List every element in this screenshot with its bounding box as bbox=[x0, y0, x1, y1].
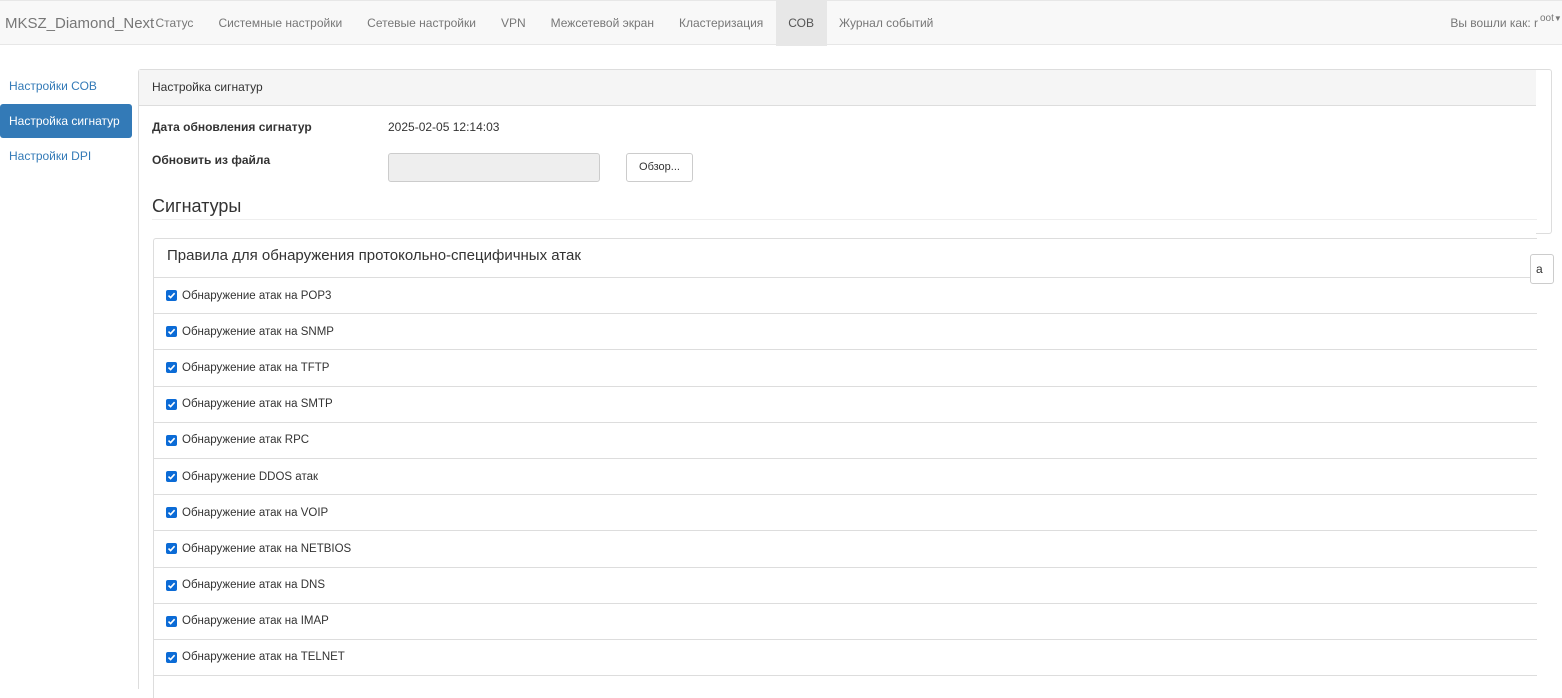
nav-item-network-settings[interactable]: Сетевые настройки bbox=[355, 1, 489, 46]
rule-label: Обнаружение атак на TELNET bbox=[182, 651, 345, 664]
update-date-label: Дата обновления сигнатур bbox=[152, 120, 312, 134]
checkbox-checked-icon[interactable] bbox=[166, 362, 177, 374]
nav-item-ids[interactable]: СОВ bbox=[775, 1, 827, 46]
sidebar-item-dpi-settings[interactable]: Настройки DPI bbox=[0, 139, 132, 173]
rule-row[interactable]: Обнаружение атак на SNMP bbox=[154, 314, 1537, 351]
nav-item-status[interactable]: Статус bbox=[143, 1, 206, 46]
checkbox-checked-icon[interactable] bbox=[166, 543, 177, 555]
background-panel-edge bbox=[1536, 69, 1552, 234]
rule-label: Обнаружение атак на SNMP bbox=[182, 325, 334, 338]
update-date-value: 2025-02-05 12:14:03 bbox=[388, 120, 500, 134]
protocol-rules-group: Правила для обнаружения протокольно-спец… bbox=[153, 238, 1537, 698]
rule-row[interactable]: Обнаружение атак на NETBIOS bbox=[154, 531, 1537, 568]
sidebar-item-ids-settings[interactable]: Настройки СОВ bbox=[0, 69, 132, 103]
checkbox-checked-icon[interactable] bbox=[166, 507, 177, 519]
nav-item-firewall[interactable]: Межсетевой экран bbox=[538, 1, 666, 46]
checkbox-checked-icon[interactable] bbox=[166, 615, 177, 627]
rule-row[interactable]: Обнаружение DDOS атак bbox=[154, 459, 1537, 496]
rule-label: Обнаружение атак на IMAP bbox=[182, 615, 329, 628]
rule-label: Обнаружение атак на SMTP bbox=[182, 398, 333, 411]
checkbox-checked-icon[interactable] bbox=[166, 651, 177, 663]
rule-row[interactable]: Обнаружение атак на DNS bbox=[154, 568, 1537, 604]
nav-item-vpn[interactable]: VPN bbox=[488, 1, 538, 46]
rule-label: Обнаружение атак на NETBIOS bbox=[182, 542, 352, 555]
rule-row[interactable]: Обнаружение атак RPC bbox=[154, 423, 1537, 459]
rule-row[interactable]: Обнаружение атак на TFTP bbox=[154, 350, 1537, 387]
file-path-input[interactable] bbox=[388, 153, 600, 182]
sidebar: Настройки СОВ Настройка сигнатур Настрой… bbox=[0, 69, 132, 174]
nav-item-event-log[interactable]: Журнал событий bbox=[827, 1, 946, 46]
rule-label: Обнаружение атак RPC bbox=[182, 434, 310, 447]
rule-row[interactable]: Обнаружение атак на VOIP bbox=[154, 495, 1537, 532]
rule-label: Обнаружение атак на DNS bbox=[182, 579, 326, 592]
section-divider bbox=[152, 219, 1537, 220]
nav-item-clustering[interactable]: Кластеризация bbox=[666, 1, 775, 46]
nav-item-system-settings[interactable]: Системные настройки bbox=[206, 1, 355, 46]
rules-group-heading: Правила для обнаружения протокольно-спец… bbox=[154, 239, 1537, 278]
checkbox-checked-icon[interactable] bbox=[166, 579, 177, 591]
rule-row[interactable]: Обнаружение атак на TELNET bbox=[154, 640, 1537, 677]
browse-button[interactable]: Обзор... bbox=[626, 153, 693, 182]
rule-row[interactable]: Обнаружение атак на POP3 bbox=[154, 278, 1537, 315]
caret-down-icon: ▼ bbox=[1553, 14, 1562, 23]
rule-label: Обнаружение атак на TFTP bbox=[182, 361, 330, 374]
logged-in-as-label: Вы вошли как: r bbox=[1450, 16, 1538, 30]
signatures-title: Сигнатуры bbox=[152, 196, 242, 216]
rule-row[interactable]: Обнаружение атак на IMAP bbox=[154, 604, 1537, 640]
sidebar-item-signature-settings[interactable]: Настройка сигнатур bbox=[0, 104, 132, 138]
checkbox-checked-icon[interactable] bbox=[166, 434, 177, 446]
top-navbar: MKSZ_Diamond_Next Статус Системные настр… bbox=[0, 0, 1562, 46]
rule-label: Обнаружение DDOS атак bbox=[182, 470, 319, 483]
checkbox-checked-icon[interactable] bbox=[166, 398, 177, 410]
brand-link[interactable]: MKSZ_Diamond_Next bbox=[5, 1, 154, 46]
signature-settings-panel: Настройка сигнатур Дата обновления сигна… bbox=[138, 69, 1537, 698]
panel-heading: Настройка сигнатур bbox=[139, 70, 1536, 106]
rule-row[interactable]: Обнаружение атак на SMTP bbox=[154, 387, 1537, 423]
user-menu-toggle[interactable]: oot▼ bbox=[1540, 13, 1562, 24]
checkbox-checked-icon[interactable] bbox=[166, 471, 177, 483]
background-button[interactable]: а bbox=[1530, 254, 1554, 284]
checkbox-checked-icon[interactable] bbox=[166, 326, 177, 338]
user-name: oot bbox=[1540, 13, 1554, 24]
update-file-label: Обновить из файла bbox=[152, 153, 271, 167]
checkbox-checked-icon[interactable] bbox=[166, 290, 177, 302]
rule-label: Обнаружение атак на VOIP bbox=[182, 506, 329, 519]
rule-label: Обнаружение атак на POP3 bbox=[182, 289, 332, 302]
nav-menu: Статус Системные настройки Сетевые настр… bbox=[143, 1, 946, 46]
